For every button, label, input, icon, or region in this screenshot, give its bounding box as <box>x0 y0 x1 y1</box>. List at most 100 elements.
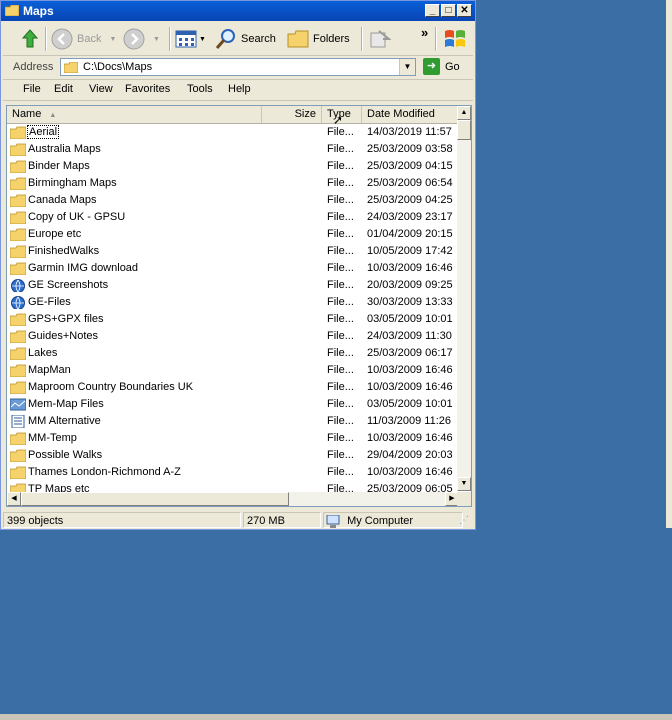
toolbar: Back ▼ ▼ ▼ Search Folders » <box>3 23 473 56</box>
table-row[interactable]: Birmingham Maps File... 25/03/2009 06:54 <box>7 175 459 192</box>
row-date: 25/03/2009 03:58 <box>367 143 453 155</box>
taskbar-edge <box>0 714 672 720</box>
table-row[interactable]: Copy of UK - GPSU File... 24/03/2009 23:17 <box>7 209 459 226</box>
menu-tools[interactable]: Tools <box>187 83 213 95</box>
row-name: Birmingham Maps <box>28 177 117 189</box>
table-row[interactable]: Canada Maps File... 25/03/2009 04:25 <box>7 192 459 209</box>
scroll-up-button[interactable]: ▲ <box>457 106 471 120</box>
menu-favorites[interactable]: Favorites <box>125 83 170 95</box>
row-name: MapMan <box>28 364 71 376</box>
views-button[interactable]: ▼ <box>175 27 206 51</box>
go-button[interactable]: ➜ Go <box>423 58 460 75</box>
row-type: File... <box>327 466 354 478</box>
row-name: MM-Temp <box>28 432 77 444</box>
column-name[interactable]: Name ▲ <box>7 106 262 123</box>
table-row[interactable]: MapMan File... 10/03/2009 16:46 <box>7 362 459 379</box>
row-name: Maproom Country Boundaries UK <box>28 381 194 393</box>
table-row[interactable]: Possible Walks File... 29/04/2009 20:03 <box>7 447 459 464</box>
title-bar[interactable]: Maps _ □ ✕ <box>1 1 475 21</box>
table-row[interactable]: MM Alternative File... 11/03/2009 11:26 <box>7 413 459 430</box>
toolbar-overflow[interactable]: » <box>421 25 428 40</box>
row-date: 14/03/2019 11:57 <box>367 126 452 138</box>
row-date: 11/03/2009 11:26 <box>367 415 452 427</box>
maximize-button[interactable]: □ <box>441 4 456 17</box>
resize-grip[interactable]: ⋰ <box>459 515 471 527</box>
row-date: 24/03/2009 23:17 <box>367 211 453 223</box>
folders-button[interactable]: Folders <box>287 27 350 51</box>
chevron-down-icon: ▼ <box>153 35 160 43</box>
row-type: File... <box>327 296 354 308</box>
folder-icon <box>10 381 26 394</box>
menu-file[interactable]: File <box>23 83 41 95</box>
folder-icon <box>10 211 26 224</box>
table-row[interactable]: Lakes File... 25/03/2009 06:17 <box>7 345 459 362</box>
column-size[interactable]: Size <box>262 106 322 123</box>
row-name: GE-Files <box>28 296 71 308</box>
table-row[interactable]: Mem-Map Files File... 03/05/2009 10:01 <box>7 396 459 413</box>
row-type: File... <box>327 126 354 138</box>
table-row[interactable]: GPS+GPX files File... 03/05/2009 10:01 <box>7 311 459 328</box>
window-edge <box>666 0 672 528</box>
menu-help[interactable]: Help <box>228 83 251 95</box>
row-type: File... <box>327 143 354 155</box>
address-value: C:\Docs\Maps <box>83 61 153 73</box>
back-arrow-icon <box>51 28 73 50</box>
table-row[interactable]: Maproom Country Boundaries UK File... 10/0… <box>7 379 459 396</box>
minimize-button[interactable]: _ <box>425 4 440 17</box>
table-row[interactable]: GE Screenshots File... 20/03/2009 09:25 <box>7 277 459 294</box>
map-folder-icon <box>10 398 26 411</box>
table-row[interactable]: Guides+Notes File... 24/03/2009 11:30 <box>7 328 459 345</box>
forward-button[interactable]: ▼ <box>123 27 160 51</box>
row-date: 29/04/2009 20:03 <box>367 449 453 461</box>
sort-ascending-icon: ▲ <box>49 112 57 119</box>
vertical-scroll-thumb[interactable] <box>457 120 471 140</box>
menu-view[interactable]: View <box>89 83 113 95</box>
move-to-icon <box>370 30 391 48</box>
column-date-modified[interactable]: Date Modified <box>362 106 459 123</box>
row-type: File... <box>327 194 354 206</box>
row-name: GPS+GPX files <box>28 313 104 325</box>
scroll-left-button[interactable]: ◀ <box>7 492 21 506</box>
folder-icon <box>10 126 26 139</box>
window-title: Maps <box>23 4 54 18</box>
file-rows: Aerial File... 14/03/2019 11:57 Australia M… <box>7 124 459 498</box>
horizontal-scrollbar[interactable]: ◀ ▶ <box>7 492 459 506</box>
close-button[interactable]: ✕ <box>457 4 472 17</box>
table-row[interactable]: GE-Files File... 30/03/2009 13:33 <box>7 294 459 311</box>
up-folder-button[interactable] <box>19 27 41 51</box>
table-row[interactable]: Europe etc File... 01/04/2009 20:15 <box>7 226 459 243</box>
folder-icon <box>10 177 26 190</box>
address-input[interactable]: C:\Docs\Maps ▼ <box>60 58 416 76</box>
computer-icon <box>326 514 340 528</box>
horizontal-scroll-thumb[interactable] <box>21 492 289 506</box>
address-label: Address <box>13 61 54 73</box>
folder-icon <box>10 432 26 445</box>
row-type: File... <box>327 313 354 325</box>
table-row[interactable]: FinishedWalks File... 10/05/2009 17:42 <box>7 243 459 260</box>
row-date: 30/03/2009 13:33 <box>367 296 453 308</box>
windows-logo-icon <box>445 30 465 47</box>
back-button[interactable]: Back ▼ <box>51 27 116 51</box>
move-to-button[interactable] <box>369 27 391 51</box>
address-dropdown-button[interactable]: ▼ <box>399 59 415 75</box>
status-bar: 399 objects 270 MB My Computer ⋰ <box>3 511 473 529</box>
search-button[interactable]: Search <box>215 27 276 51</box>
row-date: 24/03/2009 11:30 <box>367 330 452 342</box>
row-type: File... <box>327 347 354 359</box>
table-row[interactable]: Thames London-Richmond A-Z File... 10/03/2… <box>7 464 459 481</box>
row-type: File... <box>327 245 354 257</box>
scroll-down-button[interactable]: ▼ <box>457 477 471 491</box>
table-row[interactable]: MM-Temp File... 10/03/2009 16:46 <box>7 430 459 447</box>
row-date: 10/03/2009 16:46 <box>367 432 453 444</box>
row-name: Lakes <box>28 347 58 359</box>
table-row[interactable]: Aerial File... 14/03/2019 11:57 <box>7 124 459 141</box>
row-type: File... <box>327 262 354 274</box>
table-row[interactable]: Garmin IMG download File... 10/03/2009 16:… <box>7 260 459 277</box>
file-list[interactable]: Name ▲ Size Type Date Modified Aerial File… <box>6 105 472 507</box>
table-row[interactable]: Australia Maps File... 25/03/2009 03:58 <box>7 141 459 158</box>
row-name: Europe etc <box>28 228 82 240</box>
row-type: File... <box>327 449 354 461</box>
table-row[interactable]: Binder Maps File... 25/03/2009 04:15 <box>7 158 459 175</box>
menu-edit[interactable]: Edit <box>54 83 73 95</box>
vertical-scrollbar[interactable]: ▲ ▼ <box>457 106 471 491</box>
